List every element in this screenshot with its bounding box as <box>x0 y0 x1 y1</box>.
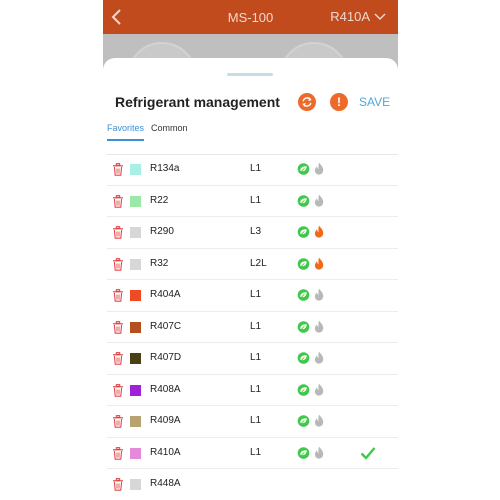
color-swatch <box>130 447 141 459</box>
safety-class: L1 <box>250 383 262 395</box>
refrigerant-row[interactable]: R409A L1 <box>107 406 398 438</box>
warning-icon[interactable]: ! <box>330 93 348 111</box>
color-swatch <box>130 416 141 427</box>
flame-icon <box>314 288 324 301</box>
refrigerant-row[interactable]: R407D L1 <box>107 343 398 375</box>
refrigerant-row[interactable]: R134a L1 <box>107 154 398 186</box>
safety-class: L3 <box>250 226 262 237</box>
tab-bar: Favorites Common <box>107 123 188 141</box>
refrigerant-row[interactable]: R404A L1 <box>107 280 398 312</box>
refrigerant-name: R448A <box>150 478 181 489</box>
refrigerant-row[interactable]: R408A L1 <box>107 375 398 406</box>
eco-leaf-icon <box>297 320 310 333</box>
safety-class: L1 <box>250 194 262 206</box>
trash-icon[interactable] <box>112 383 124 397</box>
flame-icon <box>314 351 324 364</box>
eco-leaf-icon <box>297 446 310 459</box>
refresh-icon[interactable] <box>298 93 316 111</box>
refrigerant-row[interactable]: R407C L1 <box>107 312 398 343</box>
save-button[interactable]: SAVE <box>359 95 390 109</box>
flame-icon <box>314 383 324 396</box>
trash-icon[interactable] <box>112 320 124 334</box>
color-swatch <box>130 227 141 238</box>
eco-leaf-icon <box>297 257 310 270</box>
safety-class: L1 <box>250 415 262 426</box>
trash-icon[interactable] <box>112 415 124 428</box>
refrigerant-list: R134a L1 R22 L1 R290 L3 R32 L2L R404A L1 R407C L1 R4… <box>107 154 398 500</box>
trash-icon[interactable] <box>112 478 124 491</box>
tab-common[interactable]: Common <box>151 123 188 141</box>
refrigerant-name: R22 <box>150 194 169 206</box>
refrigerant-name: R404A <box>150 289 181 300</box>
checkmark-icon <box>360 446 376 460</box>
eco-leaf-icon <box>297 352 310 364</box>
flame-icon <box>314 162 324 175</box>
trash-icon[interactable] <box>112 446 124 460</box>
color-swatch <box>130 321 141 333</box>
refrigerant-row[interactable]: R290 L3 <box>107 217 398 249</box>
top-bar: MS-100 R410A <box>103 0 398 34</box>
refrigerant-name: R407D <box>150 352 182 363</box>
refrigerant-name: R407C <box>150 320 182 332</box>
app-screen: MS-100 R410A Refrigerant management ! SA… <box>103 0 398 500</box>
safety-class: L2L <box>250 257 267 269</box>
color-swatch <box>130 384 141 396</box>
safety-class: L1 <box>250 352 262 363</box>
safety-class: L1 <box>250 289 262 300</box>
refrigerant-row[interactable]: R448A <box>107 469 398 500</box>
refrigerant-name: R134a <box>150 163 180 174</box>
flame-icon <box>314 414 324 427</box>
refrigerant-name: R410A <box>150 446 181 458</box>
refrigerant-name: R409A <box>150 415 181 426</box>
refrigerant-selector[interactable]: R410A <box>330 9 386 24</box>
color-swatch <box>130 479 141 490</box>
eco-leaf-icon <box>297 163 310 175</box>
color-swatch <box>130 290 141 301</box>
trash-icon[interactable] <box>112 289 124 302</box>
trash-icon[interactable] <box>112 163 124 176</box>
refresh-arrows-icon <box>302 97 312 107</box>
color-swatch <box>130 258 141 270</box>
color-swatch <box>130 164 141 175</box>
chevron-down-icon <box>374 12 386 20</box>
tab-favorites[interactable]: Favorites <box>107 123 145 141</box>
flame-icon <box>314 194 324 207</box>
safety-class: L1 <box>250 163 262 174</box>
refrigerant-row[interactable]: R32 L2L <box>107 249 398 280</box>
flame-icon <box>314 257 324 270</box>
eco-leaf-icon <box>297 289 310 301</box>
refrigerant-name: R32 <box>150 257 169 269</box>
trash-icon[interactable] <box>112 226 124 239</box>
refrigerant-name: R408A <box>150 383 181 395</box>
refrigerant-row[interactable]: R410A L1 <box>107 438 398 469</box>
flame-icon <box>314 446 324 459</box>
trash-icon[interactable] <box>112 257 124 271</box>
color-swatch <box>130 353 141 364</box>
refrigerant-name: R290 <box>150 226 174 237</box>
sheet-drag-handle[interactable] <box>227 73 273 76</box>
color-swatch <box>130 195 141 207</box>
flame-icon <box>314 320 324 333</box>
eco-leaf-icon <box>297 415 310 427</box>
safety-class: L1 <box>250 320 262 332</box>
trash-icon[interactable] <box>112 352 124 365</box>
eco-leaf-icon <box>297 194 310 207</box>
trash-icon[interactable] <box>112 194 124 208</box>
flame-icon <box>314 225 324 238</box>
sheet-title: Refrigerant management <box>115 94 280 110</box>
refrigerant-row[interactable]: R22 L1 <box>107 186 398 217</box>
refrigerant-management-sheet: Refrigerant management ! SAVE Favorites … <box>103 58 398 500</box>
eco-leaf-icon <box>297 226 310 238</box>
eco-leaf-icon <box>297 383 310 396</box>
selected-refrigerant-label: R410A <box>330 9 370 24</box>
safety-class: L1 <box>250 446 262 458</box>
